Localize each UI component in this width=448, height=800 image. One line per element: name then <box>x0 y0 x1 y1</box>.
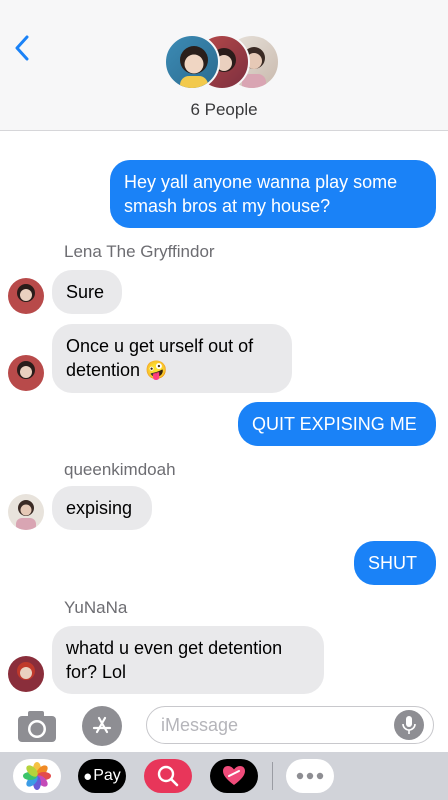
avatar <box>164 34 220 90</box>
group-avatars[interactable] <box>164 34 284 92</box>
back-button[interactable] <box>8 34 36 62</box>
outgoing-message[interactable]: Hey yall anyone wanna play some smash br… <box>110 160 436 228</box>
message-line: Once u get urself out of <box>66 336 254 356</box>
camera-icon <box>18 711 56 742</box>
group-member-count[interactable]: 6 People <box>0 100 448 120</box>
more-apps-button[interactable] <box>286 759 334 793</box>
microphone-icon <box>402 716 416 734</box>
incoming-message[interactable]: Once u get urself out of detention 🤪 <box>52 324 292 393</box>
microphone-button[interactable] <box>394 710 424 740</box>
apple-logo-icon: ● <box>83 767 93 785</box>
sender-name: YuNaNa <box>64 598 128 617</box>
search-images-icon <box>157 765 179 787</box>
conversation-header: 6 People <box>0 0 448 131</box>
avatar[interactable] <box>8 278 44 314</box>
photos-app-button[interactable] <box>13 759 61 793</box>
message-line: whatd u even get detention <box>66 638 283 658</box>
app-store-button[interactable] <box>82 706 122 746</box>
message-line: expising <box>66 498 133 518</box>
incoming-message[interactable]: Sure <box>52 270 122 314</box>
app-drawer: ● Pay <box>0 752 448 800</box>
search-images-button[interactable] <box>144 759 192 793</box>
digital-touch-button[interactable] <box>210 759 258 793</box>
drawer-divider <box>272 762 273 790</box>
apple-pay-button[interactable]: ● Pay <box>78 759 126 793</box>
digital-touch-icon <box>223 766 245 785</box>
message-input[interactable] <box>146 706 434 744</box>
chevron-left-icon <box>15 35 29 61</box>
message-line: Sure <box>66 282 105 302</box>
camera-button[interactable] <box>16 708 58 744</box>
message-line: detention 🤪 <box>66 360 168 381</box>
incoming-message[interactable]: whatd u even get detention for? Lol <box>52 626 324 694</box>
outgoing-message[interactable]: QUIT EXPISING ME <box>238 402 436 446</box>
more-apps-icon <box>296 772 324 780</box>
outgoing-message[interactable]: SHUT <box>354 541 436 585</box>
message-line: SHUT <box>368 553 417 573</box>
message-input-bar <box>0 700 448 752</box>
photos-icon <box>23 762 51 790</box>
avatar[interactable] <box>8 656 44 692</box>
message-line: QUIT EXPISING ME <box>252 414 417 434</box>
sender-name: queenkimdoah <box>64 460 176 479</box>
sender-name: Lena The Gryffindor <box>64 242 215 261</box>
avatar[interactable] <box>8 494 44 530</box>
incoming-message[interactable]: expising <box>52 486 152 530</box>
message-line: smash bros at my house? <box>124 196 331 216</box>
zany-face-emoji: 🤪 <box>145 360 168 381</box>
message-line: Hey yall anyone wanna play some <box>124 172 398 192</box>
message-line: for? Lol <box>66 662 127 682</box>
app-store-icon <box>92 716 112 734</box>
avatar[interactable] <box>8 355 44 391</box>
